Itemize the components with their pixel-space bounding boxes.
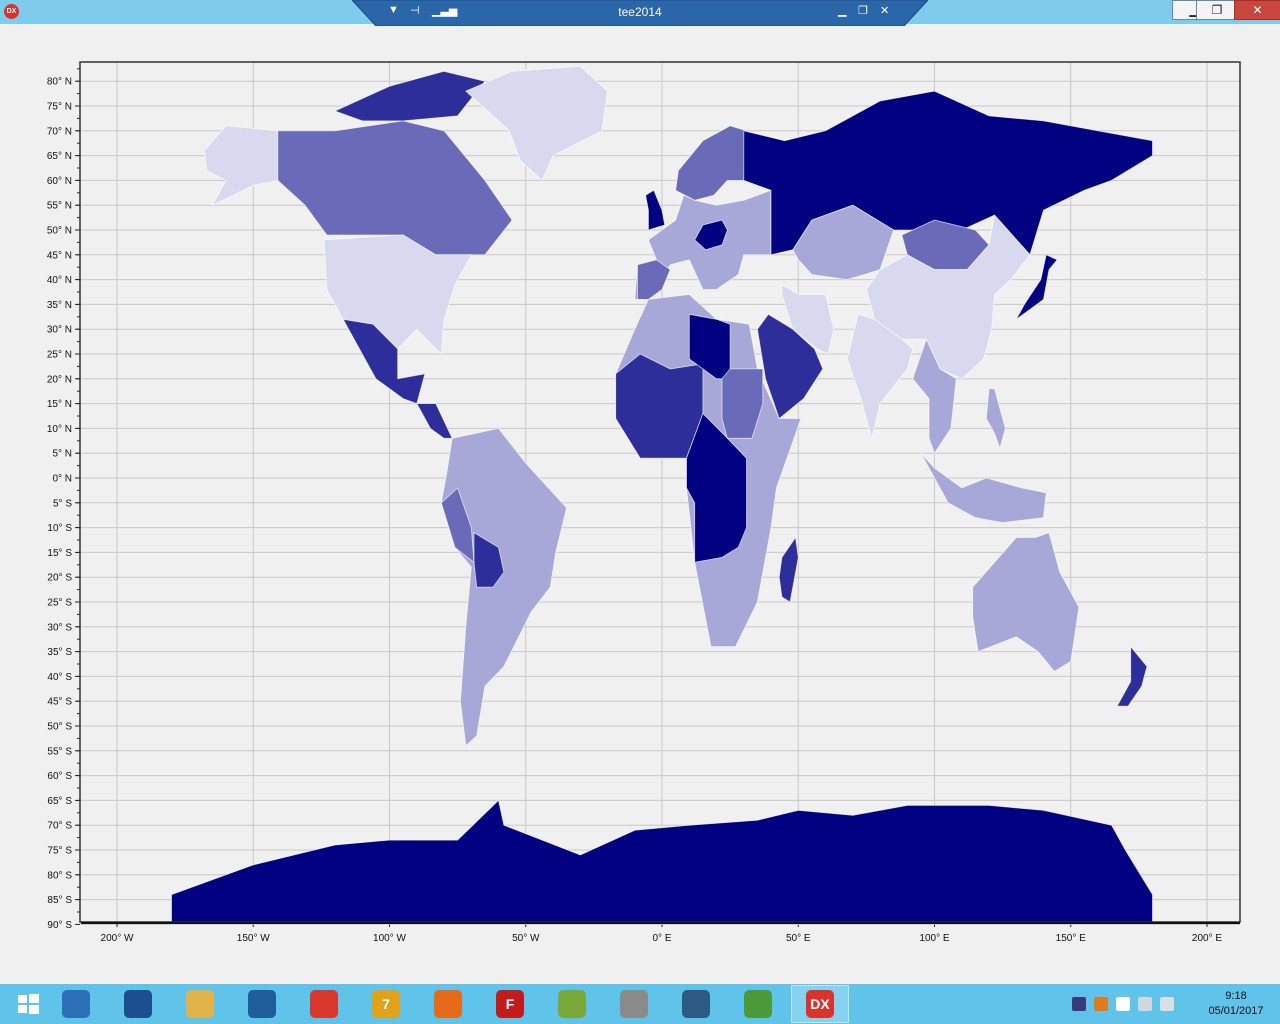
taskbar-button-sync-app[interactable] [544,986,600,1022]
taskbar: 7 F DX 9:18 05/01/2017 [0,984,1280,1024]
lat-tick-label: 85° S [47,895,72,906]
maximize-button[interactable]: ❐ [1196,0,1238,20]
lon-tick-label: 100° E [919,933,949,944]
sync-app-icon [558,990,586,1018]
lat-tick-label: 15° N [47,399,72,410]
lat-tick-label: 10° S [47,523,72,534]
lat-tick-label: 35° N [47,300,72,311]
lat-tick-label: 30° S [47,622,72,633]
lat-tick-label: 55° S [47,746,72,757]
mouse-app-icon [620,990,648,1018]
lat-tick-label: 25° N [47,350,72,361]
system-tray [1072,984,1174,1024]
taskbar-button-delta-app[interactable] [234,986,290,1022]
taskbar-button-chrome[interactable] [296,986,352,1022]
tray-warning-icon[interactable] [1094,997,1108,1011]
lat-tick-label: 65° N [47,151,72,162]
taskbar-button-chart-editor[interactable] [730,986,786,1022]
close-icon[interactable]: ✕ [880,4,889,17]
chart-editor-icon [744,990,772,1018]
lat-tick-label: 5° N [52,449,72,460]
lat-tick-label: 40° S [47,672,72,683]
network-icon[interactable] [1138,997,1152,1011]
window-title-bar: DX ▼ ⊣ ▁▃▅ tee2014 ▁ ❐ ✕ ▁ ❐ ✕ [0,0,1280,26]
lon-tick-label: 0° E [652,933,671,944]
lat-tick-label: 35° S [47,647,72,658]
clock-date: 05/01/2017 [1208,1005,1264,1017]
tree-app-icon [682,990,710,1018]
windows-start-icon [14,990,42,1018]
longitude-axis: 200° W 150° W 100° W 50° W 0° E 50° E 100° E 15… [101,933,1223,944]
firefox-icon [434,990,462,1018]
lon-tick-label: 200° W [101,933,134,944]
title-tab: ▼ ⊣ ▁▃▅ tee2014 ▁ ❐ ✕ [352,0,928,26]
lat-tick-label: 5° S [53,498,72,509]
lat-tick-label: 10° N [47,424,72,435]
close-button[interactable]: ✕ [1234,0,1280,20]
clock-time: 9:18 [1225,990,1247,1002]
taskbar-button-file-explorer[interactable] [172,986,228,1022]
lat-tick-label: 60° S [47,771,72,782]
lat-tick-label: 80° N [47,77,72,88]
lon-tick-label: 150° E [1056,933,1086,944]
taskbar-button-filezilla[interactable]: F [482,986,538,1022]
dx-app-icon: DX [806,990,834,1018]
seven-app-icon: 7 [372,990,400,1018]
world-map-svg[interactable]: 80° N 75° N 70° N 65° N 60° N 55° N 50° N 45° N… [0,24,1280,984]
world-map-chart[interactable]: 80° N 75° N 70° N 65° N 60° N 55° N 50° N 45° N… [0,24,1280,984]
system-clock[interactable]: 9:18 05/01/2017 [1196,989,1276,1019]
taskbar-button-seven-app[interactable]: 7 [358,986,414,1022]
lon-tick-label: 100° W [373,933,406,944]
lat-tick-label: 15° S [47,548,72,559]
action-center-flag-icon[interactable] [1116,997,1130,1011]
tray-app-icon[interactable] [1072,997,1086,1011]
restore-icon[interactable]: ❐ [858,4,868,17]
lat-tick-label: 70° S [47,821,72,832]
lat-tick-label: 40° N [47,275,72,286]
chrome-icon [310,990,338,1018]
lat-tick-label: 70° N [47,126,72,137]
lat-tick-label: 30° N [47,325,72,336]
lat-tick-label: 90° S [47,920,72,931]
lat-tick-label: 20° S [47,573,72,584]
filezilla-icon: F [496,990,524,1018]
lat-tick-label: 20° N [47,374,72,385]
file-explorer-icon [186,990,214,1018]
taskbar-button-dx-app[interactable]: DX [791,985,849,1023]
lat-tick-label: 50° N [47,226,72,237]
taskbar-button-firefox[interactable] [420,986,476,1022]
lat-tick-label: 45° S [47,697,72,708]
latitude-axis: 80° N 75° N 70° N 65° N 60° N 55° N 50° N 45° N… [47,77,72,931]
lat-tick-label: 65° S [47,796,72,807]
minimize-icon[interactable]: ▁ [838,4,846,17]
lon-tick-label: 200° E [1192,933,1222,944]
lat-tick-label: 75° S [47,846,72,857]
lon-tick-label: 50° E [786,933,811,944]
powershell-icon [124,990,152,1018]
taskbar-button-mouse-app[interactable] [606,986,662,1022]
server-manager-icon [62,990,90,1018]
lat-tick-label: 25° S [47,598,72,609]
dx-app-icon[interactable]: DX [4,4,19,19]
lat-tick-label: 45° N [47,250,72,261]
taskbar-button-server-manager[interactable] [48,986,104,1022]
lat-tick-label: 0° N [52,474,72,485]
taskbar-button-powershell[interactable] [110,986,166,1022]
lat-tick-label: 55° N [47,201,72,212]
delta-app-icon [248,990,276,1018]
lon-tick-label: 150° W [237,933,270,944]
lon-tick-label: 50° W [512,933,540,944]
lat-tick-label: 75° N [47,102,72,113]
lat-tick-label: 80° S [47,870,72,881]
lat-tick-label: 50° S [47,722,72,733]
volume-muted-icon[interactable] [1160,997,1174,1011]
taskbar-button-tree-app[interactable] [668,986,724,1022]
lat-tick-label: 60° N [47,176,72,187]
